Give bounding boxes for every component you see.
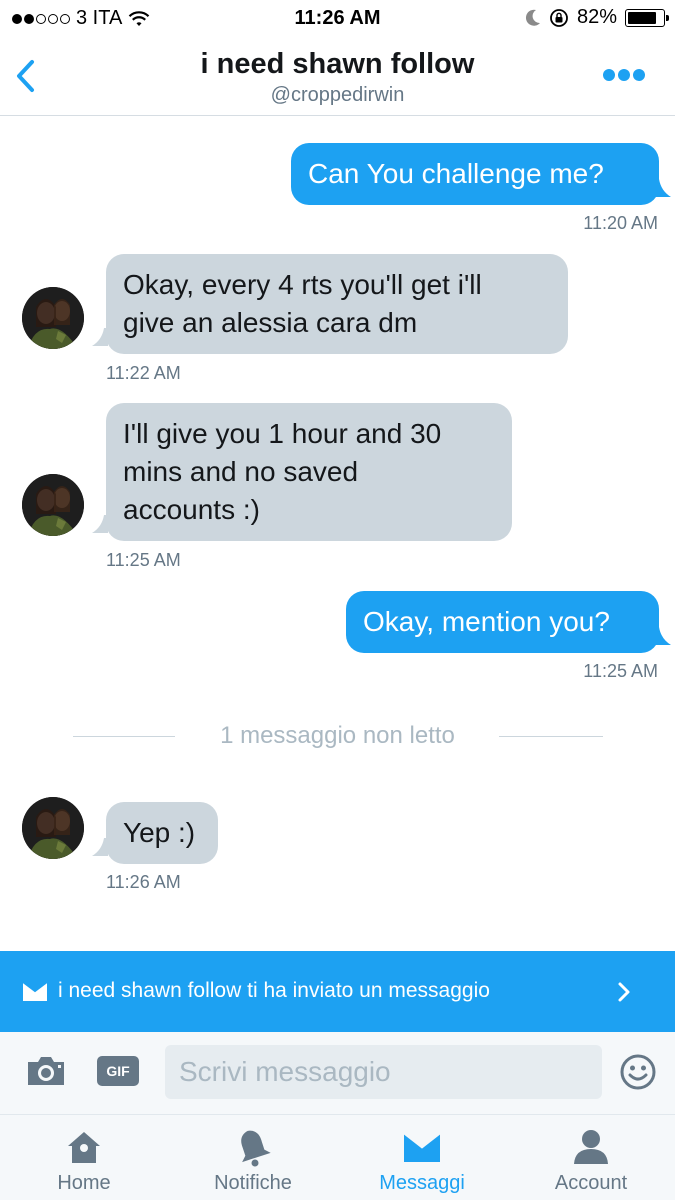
message-text-line: Okay, every 4 rts you'll get i'll	[123, 269, 482, 300]
message-text-line: mins and no saved	[123, 456, 359, 487]
message-thread: Can You challenge me? 11:20 AM Okay, eve…	[0, 116, 675, 951]
avatar-photo	[22, 797, 84, 859]
avatar[interactable]	[22, 287, 84, 349]
message-input[interactable]	[165, 1045, 602, 1099]
tab-home[interactable]: Home	[0, 1115, 168, 1200]
avatar[interactable]	[22, 797, 84, 859]
envelope-icon	[403, 1132, 441, 1162]
message-text: Yep :)	[123, 817, 196, 848]
emoji-icon[interactable]	[620, 1054, 656, 1090]
tab-label: Messaggi	[379, 1172, 465, 1194]
status-bar: 3 ITA 11:26 AM 82%	[0, 0, 675, 38]
message-bubble-outgoing[interactable]: Okay, mention you?	[346, 591, 659, 653]
message-text: Can You challenge me?	[308, 158, 604, 189]
avatar-photo	[22, 474, 84, 536]
message-timestamp: 11:20 AM	[583, 213, 658, 233]
tab-label: Account	[554, 1172, 628, 1194]
message-text-line: I'll give you 1 hour and 30	[123, 418, 442, 449]
message-timestamp: 11:26 AM	[106, 872, 181, 892]
bubble-tail	[92, 328, 108, 346]
bubble-tail	[92, 515, 108, 533]
tab-label: Notifiche	[214, 1172, 292, 1194]
message-bubble-incoming[interactable]: Okay, every 4 rts you'll get i'll give a…	[106, 254, 568, 354]
message-timestamp: 11:25 AM	[583, 661, 658, 681]
chevron-right-icon	[618, 982, 630, 1002]
bubble-tail	[655, 627, 671, 645]
camera-icon[interactable]	[25, 1054, 67, 1088]
envelope-icon	[22, 981, 48, 1001]
status-right: 82%	[525, 6, 669, 29]
message-timestamp: 11:25 AM	[106, 550, 181, 570]
rotation-lock-icon	[550, 8, 568, 27]
person-icon	[574, 1130, 608, 1164]
avatar-photo	[22, 287, 84, 349]
tab-bar: Home Notifiche Messaggi Account	[0, 1114, 675, 1200]
message-text-line: accounts :)	[123, 494, 260, 525]
tab-account[interactable]: Account	[507, 1115, 675, 1200]
avatar[interactable]	[22, 474, 84, 536]
message-bubble-incoming[interactable]: Yep :)	[106, 802, 218, 864]
message-bubble-outgoing[interactable]: Can You challenge me?	[291, 143, 659, 205]
message-bubble-incoming[interactable]: I'll give you 1 hour and 30 mins and no …	[106, 403, 512, 541]
moon-icon	[525, 9, 540, 26]
battery-percent: 82%	[576, 6, 617, 28]
gif-button[interactable]: GIF	[97, 1056, 139, 1086]
bell-icon	[241, 1130, 271, 1167]
conversation-title: i need shawn follow	[200, 48, 475, 80]
message-text-line: give an alessia cara dm	[123, 307, 418, 338]
tab-notifications[interactable]: Notifiche	[169, 1115, 337, 1200]
banner-text: i need shawn follow ti ha inviato un mes…	[58, 979, 490, 1002]
conversation-header: i need shawn follow @croppedirwin	[0, 38, 675, 116]
bubble-tail	[92, 838, 108, 856]
tab-messages[interactable]: Messaggi	[338, 1115, 506, 1200]
tab-label: Home	[57, 1172, 111, 1194]
battery-icon	[625, 8, 669, 27]
message-text: Okay, mention you?	[363, 606, 610, 637]
message-timestamp: 11:22 AM	[106, 363, 181, 383]
more-options-icon[interactable]	[603, 68, 645, 82]
message-composer: GIF	[0, 1032, 675, 1114]
divider-line-right	[499, 736, 603, 737]
home-icon	[68, 1132, 100, 1163]
new-message-banner[interactable]: i need shawn follow ti ha inviato un mes…	[0, 951, 675, 1032]
conversation-handle: @croppedirwin	[270, 84, 405, 106]
bubble-tail	[655, 179, 671, 197]
